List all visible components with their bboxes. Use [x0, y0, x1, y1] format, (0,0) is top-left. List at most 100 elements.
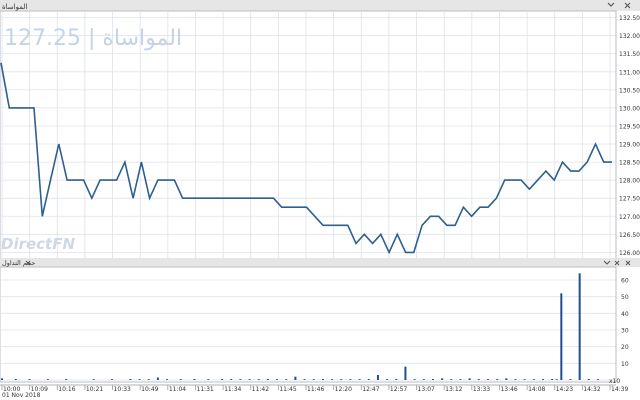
volume-bar	[28, 379, 31, 380]
volume-bar	[331, 379, 334, 380]
price-tick-label: 130.50	[619, 87, 640, 94]
volume-bar	[569, 379, 572, 380]
price-tick-label: 128.00	[619, 178, 640, 185]
volume-bar	[505, 378, 508, 380]
time-tick-label: 13:46	[500, 386, 517, 393]
volume-bar	[46, 379, 49, 380]
time-tick-label: 10:49	[141, 386, 158, 393]
volume-bar	[303, 379, 306, 380]
volume-bar	[349, 379, 352, 380]
time-tick-label: 11:46	[307, 386, 324, 393]
volume-bar	[358, 379, 361, 380]
volume-bar	[321, 379, 324, 380]
volume-bar	[166, 379, 169, 380]
price-tick-label: 131.00	[619, 69, 640, 76]
volume-tick-label: 40	[621, 311, 629, 318]
watermark: المواساة | 127.25	[4, 26, 182, 51]
price-panel-title: المواساة	[2, 3, 27, 11]
volume-bar	[422, 379, 425, 380]
volume-bar	[587, 379, 590, 380]
price-tick-label: 126.50	[619, 232, 640, 239]
time-tick-label: 11:31	[196, 386, 213, 393]
price-panel-header	[0, 0, 640, 11]
volume-tick-label: 10	[621, 361, 629, 368]
time-tick-label: 14:39	[611, 386, 628, 393]
volume-bar	[294, 376, 297, 380]
volume-bar	[555, 379, 558, 380]
volume-bar	[239, 379, 242, 380]
volume-bar	[257, 379, 260, 380]
volume-bar	[193, 379, 196, 380]
volume-bar	[312, 379, 315, 380]
volume-tick-label: 50	[621, 294, 629, 301]
date-label: 01 Nov 2018	[2, 392, 41, 399]
volume-tick-label: 60	[621, 278, 629, 285]
time-tick-label: 10:16	[58, 386, 75, 393]
volume-bar	[147, 379, 150, 380]
time-tick-label: 14:08	[528, 386, 545, 393]
volume-bar	[431, 379, 434, 380]
volume-bar	[207, 379, 210, 380]
volume-tick-label: 30	[621, 328, 629, 335]
volume-bar	[65, 379, 68, 380]
time-tick-label: 12:57	[390, 386, 407, 393]
time-tick-label: 11:42	[252, 386, 269, 393]
time-tick-label: 10:33	[114, 386, 131, 393]
time-tick-label: 12:20	[335, 386, 352, 393]
volume-panel-header	[0, 258, 640, 267]
time-tick-label: 11:45	[279, 386, 296, 393]
volume-bar	[248, 379, 251, 380]
time-tick-label: 10:21	[86, 386, 103, 393]
time-tick-label: 11:04	[169, 386, 186, 393]
time-tick-label: 14:23	[556, 386, 573, 393]
volume-bar	[486, 379, 489, 380]
volume-panel: حجم التداول 102030405060 x10 10:00 10:09 1…	[0, 258, 640, 400]
volume-bar	[404, 366, 407, 380]
price-tick-label: 127.00	[619, 214, 640, 221]
price-tick-label: 127.50	[619, 196, 640, 203]
volume-bar	[14, 379, 17, 380]
volume-bar	[468, 378, 471, 380]
volume-bar	[386, 379, 389, 380]
time-tick-label: 13:07	[418, 386, 435, 393]
volume-bar	[111, 379, 114, 380]
volume-bar	[578, 273, 581, 380]
volume-bar	[560, 293, 563, 380]
volume-bar	[477, 379, 480, 380]
volume-bar	[514, 379, 517, 380]
price-tick-label: 129.00	[619, 142, 640, 149]
volume-bar	[376, 375, 379, 380]
price-tick-label: 132.00	[619, 33, 640, 40]
volume-bar	[523, 379, 526, 380]
time-tick-label: 13:33	[473, 386, 490, 393]
volume-bar	[395, 379, 398, 380]
price-tick-label: 131.50	[619, 51, 640, 58]
time-tick-label: 11:34	[224, 386, 241, 393]
price-tick-label: 132.50	[619, 15, 640, 22]
volume-bar	[285, 379, 288, 380]
time-tick-label: 14:32	[583, 386, 600, 393]
volume-bar	[367, 379, 370, 380]
time-axis: 10:00 10:09 10:16 10:21 10:33 10:49 11:04 11:31…	[0, 384, 628, 393]
volume-bar	[138, 379, 141, 380]
time-tick-label: 12:47	[362, 386, 379, 393]
price-tick-label: 126.00	[619, 250, 640, 257]
price-tick-label: 130.00	[619, 105, 640, 112]
brand-watermark: DirectFN	[1, 235, 75, 253]
volume-panel-title: حجم التداول	[2, 259, 35, 267]
volume-bar	[496, 379, 499, 380]
volume-bar	[541, 379, 544, 380]
price-panel: المواساة المواساة | 127.25 DirectFN 126.…	[0, 0, 640, 260]
price-tick-label: 129.50	[619, 123, 640, 130]
volume-bar	[532, 379, 535, 380]
volume-bar	[221, 379, 224, 380]
volume-bar	[129, 379, 132, 380]
volume-bar	[1, 378, 3, 380]
stock-chart-window: المواساة المواساة | 127.25 DirectFN 126.…	[0, 0, 640, 400]
volume-bar	[450, 379, 453, 380]
volume-bar	[340, 379, 343, 380]
price-tick-label: 128.50	[619, 160, 640, 167]
volume-bar	[413, 379, 416, 380]
volume-bar	[459, 379, 462, 380]
volume-bar	[597, 379, 599, 380]
